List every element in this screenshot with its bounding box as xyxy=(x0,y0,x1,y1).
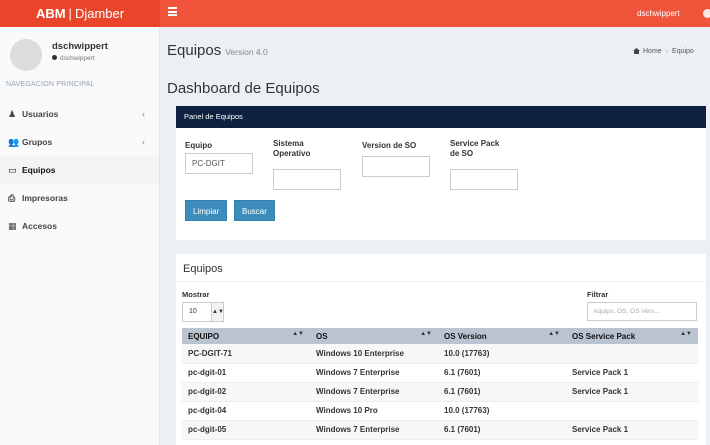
cell-os-version: 6.1 (7601) xyxy=(438,420,566,440)
cell-os: Windows 10 Enterprise xyxy=(310,344,438,364)
table-row[interactable]: PC-DGIT-71 Windows 10 Enterprise 10.0 (1… xyxy=(182,344,698,364)
sidebar-item-label: Equipos xyxy=(22,165,56,175)
top-navbar: ABM | Djamber dschwippert xyxy=(0,0,710,27)
column-header-equipo[interactable]: EQUIPO ▲▼ xyxy=(182,328,310,344)
table-row[interactable]: pc-dgit-04 Windows 10 Pro 10.0 (17763) xyxy=(182,401,698,421)
cell-equipo: PC-DGIT-71 xyxy=(182,344,310,364)
status-dot-icon xyxy=(52,55,57,60)
results-box: Equipos Mostrar 10 ▲▼ Filtrar equipo, OS,… xyxy=(176,254,706,445)
filter-input[interactable]: equipo, OS, OS Vers... xyxy=(587,302,697,321)
clear-button[interactable]: Limpiar xyxy=(185,200,228,221)
field-label-equipo: Equipo xyxy=(185,141,213,150)
sidebar-item-usuarios[interactable]: ♟ Usuarios ‹ xyxy=(0,100,159,128)
menu-toggle-icon[interactable] xyxy=(168,7,177,16)
breadcrumb-separator: › xyxy=(665,48,669,55)
page-title: Equipos Version 4.0 xyxy=(167,42,268,59)
group-icon: 👥 xyxy=(8,137,20,147)
column-header-os-version[interactable]: OS Version ▲▼ xyxy=(438,328,566,344)
sidebar-item-label: Impresoras xyxy=(22,193,68,203)
cell-os-version: 10.0 (17763) xyxy=(438,401,566,421)
cell-os-version: 6.1 (7601) xyxy=(438,382,566,402)
table-header-row: EQUIPO ▲▼ OS ▲▼ OS Version ▲▼ OS Service Pa… xyxy=(182,328,698,344)
sidebar-user-status-text: dschwippert xyxy=(60,55,95,62)
avatar xyxy=(10,39,42,71)
settings-icon[interactable] xyxy=(703,9,710,18)
column-header-os-service-pack[interactable]: OS Service Pack ▲▼ xyxy=(566,328,698,344)
sort-icon: ▲▼ xyxy=(420,331,432,337)
cell-service-pack xyxy=(566,344,698,364)
page-title-text: Equipos xyxy=(167,42,222,59)
sidebar-item-equipos[interactable]: ▭ Equipos xyxy=(0,156,159,184)
dashboard-title: Dashboard de Equipos xyxy=(167,80,320,97)
table-icon: ▦ xyxy=(8,221,17,231)
field-label-sistema-operativo: Sistema Operativo xyxy=(273,139,311,158)
breadcrumb-home[interactable]: Home xyxy=(643,48,662,55)
cell-os: Windows 7 Enterprise xyxy=(310,363,438,383)
cell-service-pack: Service Pack 1 xyxy=(566,382,698,402)
cell-equipo: pc-dgit-05 xyxy=(182,420,310,440)
page-size-value: 10 xyxy=(189,308,197,315)
field-label-version-so: Version de SO xyxy=(362,141,417,150)
brand-logo[interactable]: ABM | Djamber xyxy=(0,0,160,27)
page-size-select[interactable]: 10 ▲▼ xyxy=(182,302,224,322)
sidebar-item-label: Accesos xyxy=(22,221,57,231)
select-arrows-icon: ▲▼ xyxy=(211,303,224,321)
cell-service-pack xyxy=(566,401,698,421)
cell-equipo: pc-dgit-02 xyxy=(182,382,310,402)
table-row[interactable]: pc-dgit-01 Windows 7 Enterprise 6.1 (760… xyxy=(182,363,698,383)
page-version: Version 4.0 xyxy=(225,47,268,57)
cell-os: Windows 10 Pro xyxy=(310,401,438,421)
cell-service-pack: Service Pack 1 xyxy=(566,363,698,383)
chevron-left-icon: ‹ xyxy=(142,109,145,119)
equipos-table: EQUIPO ▲▼ OS ▲▼ OS Version ▲▼ OS Service Pa… xyxy=(182,328,698,440)
show-label: Mostrar xyxy=(182,290,210,299)
sidebar-item-label: Usuarios xyxy=(22,109,59,119)
cell-os: Windows 7 Enterprise xyxy=(310,420,438,440)
cell-service-pack: Service Pack 1 xyxy=(566,420,698,440)
sidebar-item-label: Grupos xyxy=(22,137,53,147)
field-label-service-pack: Service Pack de SO xyxy=(450,139,500,158)
table-row[interactable]: pc-dgit-05 Windows 7 Enterprise 6.1 (760… xyxy=(182,420,698,440)
version-so-input[interactable] xyxy=(362,156,430,177)
column-header-os[interactable]: OS ▲▼ xyxy=(310,328,438,344)
sort-icon: ▲▼ xyxy=(548,331,560,337)
breadcrumb: Home › Equipo xyxy=(633,48,694,55)
sidebar-item-grupos[interactable]: 👥 Grupos ‹ xyxy=(0,128,159,156)
cell-os-version: 6.1 (7601) xyxy=(438,363,566,383)
desktop-icon: ▭ xyxy=(8,165,17,175)
user-icon: ♟ xyxy=(8,109,17,119)
search-button[interactable]: Buscar xyxy=(234,200,275,221)
sidebar-user-status: dschwippert xyxy=(52,55,95,62)
cell-equipo: pc-dgit-01 xyxy=(182,363,310,383)
panel-title: Panel de Equipos xyxy=(176,106,706,128)
sort-icon: ▲▼ xyxy=(292,331,304,337)
top-user-menu[interactable]: dschwippert xyxy=(637,0,680,27)
brand-separator: | xyxy=(68,6,72,21)
equipo-input[interactable]: PC-DGIT xyxy=(185,153,253,174)
brand-name-bold: ABM xyxy=(35,6,66,21)
cell-os-version: 10.0 (17763) xyxy=(438,344,566,364)
sidebar-item-accesos[interactable]: ▦ Accesos xyxy=(0,212,159,240)
cell-equipo: pc-dgit-04 xyxy=(182,401,310,421)
filter-label: Filtrar xyxy=(587,290,609,299)
divider xyxy=(176,281,706,282)
nav-header: NAVEGACION PRINCIPAL xyxy=(6,81,95,88)
service-pack-input[interactable] xyxy=(450,169,518,190)
table-row[interactable]: pc-dgit-02 Windows 7 Enterprise 6.1 (760… xyxy=(182,382,698,402)
sidebar-user-name: dschwippert xyxy=(52,41,108,52)
sidebar-item-impresoras[interactable]: ⎙ Impresoras xyxy=(0,184,159,212)
results-title: Equipos xyxy=(183,263,223,275)
cell-os: Windows 7 Enterprise xyxy=(310,382,438,402)
sistema-operativo-input[interactable] xyxy=(273,169,341,190)
home-icon xyxy=(633,48,640,54)
chevron-left-icon: ‹ xyxy=(142,137,145,147)
search-panel: Panel de Equipos Equipo PC-DGIT Sistema O… xyxy=(176,106,706,240)
sidebar: dschwippert dschwippert NAVEGACION PRINC… xyxy=(0,27,160,445)
printer-icon: ⎙ xyxy=(8,193,16,203)
brand-name-rest: Djamber xyxy=(74,6,125,21)
breadcrumb-current: Equipo xyxy=(672,48,694,55)
sort-icon: ▲▼ xyxy=(680,331,692,337)
